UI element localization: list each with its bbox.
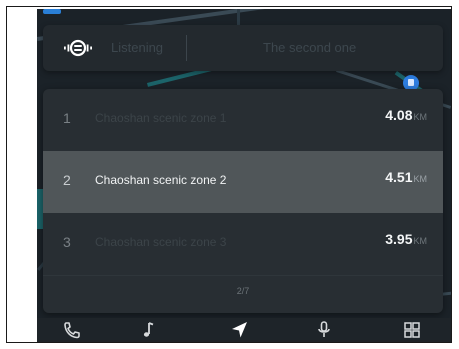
distance-unit: KM [413, 236, 428, 246]
result-name: Chaoshan scenic zone 3 [95, 235, 227, 249]
result-index: 1 [63, 110, 71, 126]
result-name: Chaoshan scenic zone 2 [95, 173, 227, 187]
distance-unit: KM [413, 112, 428, 122]
page-indicator: 2/7 [236, 286, 250, 296]
phone-icon [64, 322, 80, 339]
bottom-dock [37, 318, 451, 342]
microphone-icon [318, 321, 330, 337]
distance-unit: KM [413, 174, 428, 184]
result-distance: 4.08KM [385, 107, 427, 123]
result-index: 3 [63, 234, 71, 250]
voice-button[interactable] [313, 320, 335, 340]
voice-assistant-icon[interactable] [61, 38, 95, 58]
result-distance: 3.95KM [385, 231, 427, 247]
apps-button[interactable] [401, 320, 423, 340]
result-row-2[interactable]: 2 Chaoshan scenic zone 2 4.51KM [43, 151, 443, 213]
voice-status-text: Listening [111, 40, 164, 55]
result-row-3[interactable]: 3 Chaoshan scenic zone 3 3.95KM [43, 213, 443, 275]
voice-bar-divider [186, 35, 187, 61]
phone-button[interactable] [61, 320, 83, 340]
voice-query-text: The second one [263, 40, 357, 55]
navigation-button[interactable] [229, 320, 251, 340]
navigation-arrow-icon [232, 322, 247, 338]
panel-divider [43, 275, 443, 276]
voice-assistant-bar: Listening The second one [43, 25, 443, 71]
screenshot-frame: Listening The second one 1 Chaoshan scen… [6, 6, 452, 343]
head-unit-screen: Listening The second one 1 Chaoshan scen… [37, 9, 451, 342]
result-index: 2 [63, 172, 71, 188]
music-note-icon [143, 322, 154, 337]
result-row-1[interactable]: 1 Chaoshan scenic zone 1 4.08KM [43, 89, 443, 151]
music-button[interactable] [137, 320, 159, 340]
map-indicator [43, 9, 61, 14]
apps-grid-icon [404, 322, 420, 338]
result-distance: 4.51KM [385, 169, 427, 185]
destination-results-panel: 1 Chaoshan scenic zone 1 4.08KM 2 Chaosh… [43, 89, 443, 313]
result-name: Chaoshan scenic zone 1 [95, 111, 227, 125]
